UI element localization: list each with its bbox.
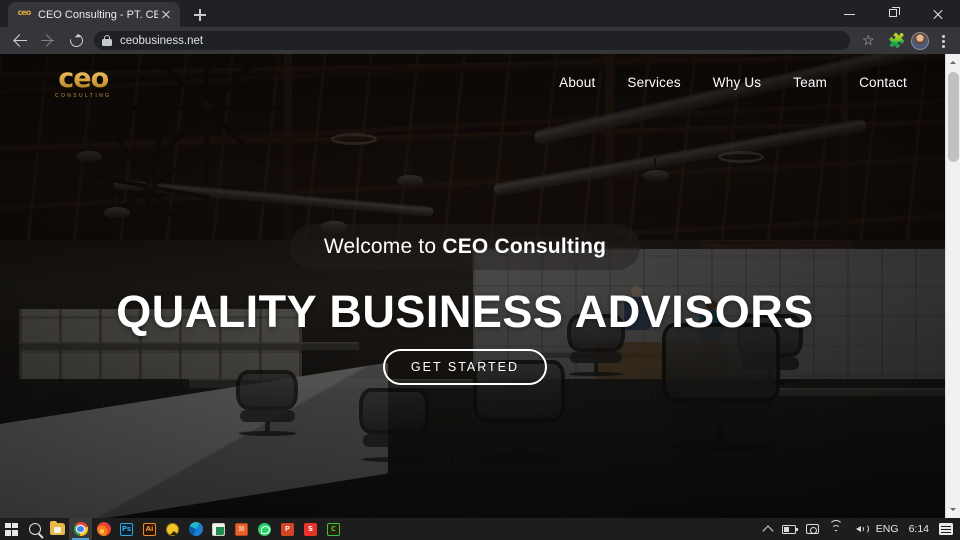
action-center-icon[interactable] [934, 518, 958, 540]
lock-icon [102, 35, 112, 46]
nav-item-team[interactable]: Team [793, 75, 827, 90]
taskbar: Ps Ai ☒ P S C ENG 6:14 [0, 518, 960, 540]
illustrator-button[interactable]: Ai [138, 518, 161, 540]
photoshop-icon: Ps [120, 522, 133, 536]
wifi-icon[interactable] [824, 518, 848, 540]
nav-item-about[interactable]: About [559, 75, 595, 90]
forward-arrow-icon[interactable] [34, 28, 62, 54]
welcome-prefix: Welcome to [323, 235, 443, 258]
hero-section: ceo CONSULTING About Services Why Us Tea… [0, 54, 945, 518]
coreldraw-button[interactable] [161, 518, 184, 540]
browser-toolbar: ceobusiness.net ☆ 🧩 [0, 27, 960, 54]
welcome-banner: Welcome to CEO Consulting [289, 224, 641, 270]
tab-title: CEO Consulting - PT. CEMERLAN [38, 8, 158, 21]
firefox-icon [96, 522, 111, 536]
system-tray: ENG 6:14 [759, 518, 960, 540]
star-icon[interactable]: ☆ [856, 28, 882, 54]
clock-time: 6:14 [908, 523, 929, 535]
site-logo[interactable]: ceo CONSULTING [55, 65, 112, 99]
url-text: ceobusiness.net [120, 34, 204, 47]
search-icon [28, 523, 41, 535]
search-button[interactable] [23, 518, 46, 540]
photoshop-button[interactable]: Ps [115, 518, 138, 540]
chrome-icon [73, 522, 88, 536]
battery-icon[interactable] [777, 518, 801, 540]
nav-item-why-us[interactable]: Why Us [713, 75, 761, 90]
volume-icon[interactable] [848, 518, 871, 540]
tab-strip: ceo CEO Consulting - PT. CEMERLAN [0, 0, 960, 27]
close-tab-icon[interactable] [158, 7, 174, 23]
three-dot-menu-icon[interactable] [932, 28, 954, 54]
get-started-button[interactable]: GET STARTED [382, 349, 548, 385]
powerpoint-icon: P [281, 522, 294, 536]
show-hidden-icons[interactable] [759, 518, 777, 540]
close-window-icon[interactable] [916, 0, 960, 27]
powerpoint-button[interactable]: P [276, 518, 299, 540]
scroll-up-arrow[interactable] [946, 54, 960, 69]
language-label: ENG [875, 523, 899, 535]
page-viewport: ceo CONSULTING About Services Why Us Tea… [0, 54, 960, 518]
new-tab-icon[interactable] [186, 2, 214, 27]
site-navigation: About Services Why Us Team Contact [559, 75, 907, 90]
page-title: QUALITY BUSINESS ADVISORS [116, 286, 814, 337]
edge-button[interactable] [184, 518, 207, 540]
hero-content: Welcome to CEO Consulting QUALITY BUSINE… [0, 224, 930, 385]
page-scrollbar[interactable] [945, 54, 960, 518]
logo-subtitle: CONSULTING [55, 92, 112, 99]
window-controls [828, 0, 960, 27]
clock[interactable]: 6:14 [904, 518, 934, 540]
s-app-button[interactable]: S [299, 518, 322, 540]
language-indicator[interactable]: ENG [871, 518, 904, 540]
puzzle-piece-icon[interactable]: 🧩 [882, 28, 908, 54]
illustrator-icon: Ai [143, 522, 156, 536]
excel-button[interactable] [207, 518, 230, 540]
restore-icon[interactable] [872, 0, 916, 27]
orange-app-button[interactable]: ☒ [230, 518, 253, 540]
firefox-button[interactable] [92, 518, 115, 540]
c-app-icon: C [327, 522, 340, 536]
c-app-button[interactable]: C [322, 518, 345, 540]
camera-icon[interactable] [801, 518, 824, 540]
orange-app-icon: ☒ [235, 522, 248, 536]
nav-item-services[interactable]: Services [627, 75, 680, 90]
scroll-thumb[interactable] [948, 72, 959, 162]
whatsapp-button[interactable] [253, 518, 276, 540]
logo-mark: ceo [55, 65, 111, 92]
windows-logo-icon [5, 522, 18, 536]
back-arrow-icon[interactable] [6, 28, 34, 54]
nav-item-contact[interactable]: Contact [859, 75, 907, 90]
browser-window: ceo CEO Consulting - PT. CEMERLAN ceobus… [0, 0, 960, 518]
chrome-button[interactable] [69, 518, 92, 540]
whatsapp-icon [258, 522, 271, 536]
start-button[interactable] [0, 518, 23, 540]
ceo-logo-favicon: ceo [17, 8, 32, 17]
site-header: ceo CONSULTING About Services Why Us Tea… [0, 54, 945, 110]
file-explorer-button[interactable] [46, 518, 69, 540]
s-app-icon: S [304, 522, 317, 536]
avatar[interactable] [911, 31, 929, 50]
browser-tab[interactable]: ceo CEO Consulting - PT. CEMERLAN [8, 2, 180, 27]
folder-icon [50, 520, 65, 535]
excel-icon [212, 522, 225, 536]
minimize-icon[interactable] [828, 0, 872, 27]
scroll-down-arrow[interactable] [946, 503, 960, 518]
reload-icon[interactable] [62, 28, 90, 54]
coreldraw-icon [166, 522, 179, 536]
edge-icon [188, 522, 203, 536]
address-bar[interactable]: ceobusiness.net [94, 31, 850, 50]
welcome-brand: CEO Consulting [442, 235, 607, 258]
